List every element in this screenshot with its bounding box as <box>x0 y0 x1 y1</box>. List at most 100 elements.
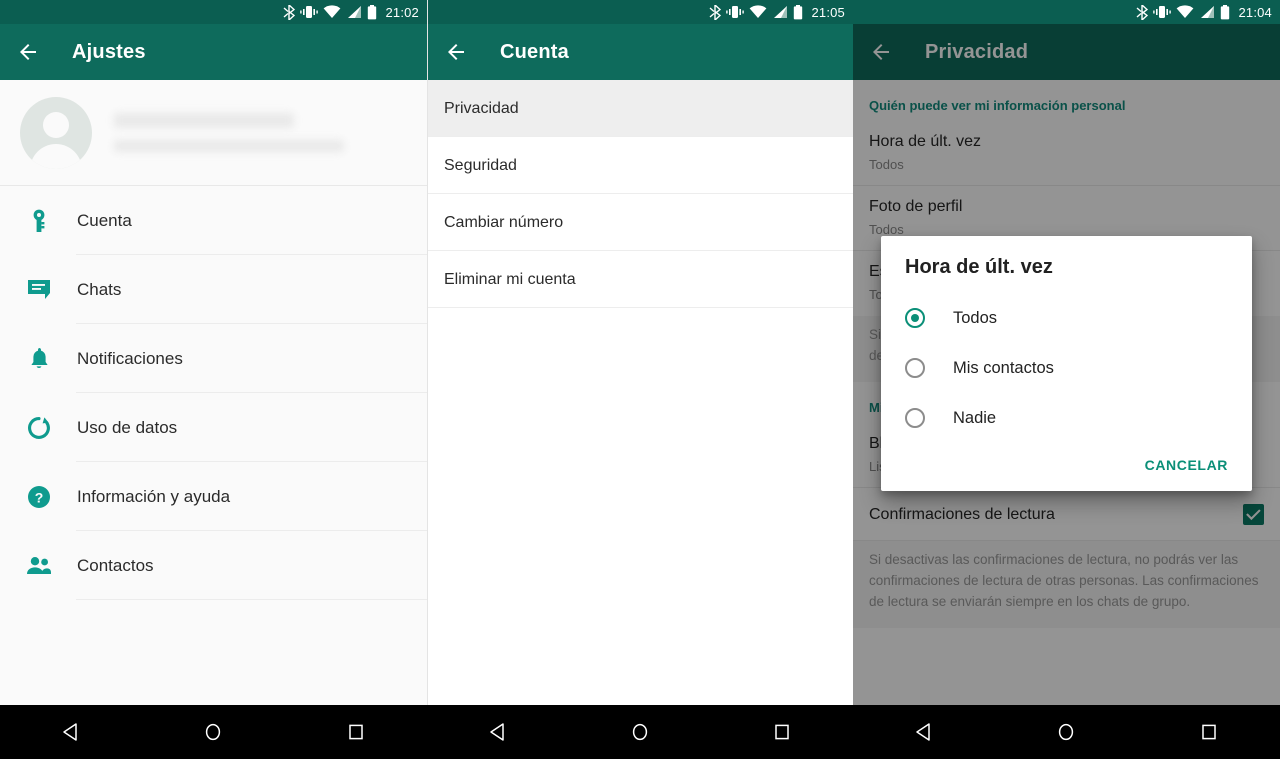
recents-button[interactable] <box>1179 722 1239 742</box>
vibrate-icon <box>300 6 319 18</box>
radio-button[interactable] <box>905 408 925 428</box>
dialog-option-label: Nadie <box>953 408 997 427</box>
triangle-left-icon <box>916 723 930 741</box>
appbar-account: Cuenta <box>428 24 853 80</box>
home-button[interactable] <box>1036 722 1096 742</box>
dialog-option-nadie[interactable]: Nadie <box>881 393 1252 443</box>
signal-icon <box>348 6 362 18</box>
back-arrow-icon[interactable] <box>869 40 893 64</box>
account-item-cambiar-numero[interactable]: Cambiar número <box>428 194 853 251</box>
battery-icon <box>1221 4 1230 19</box>
signal-icon <box>774 6 788 18</box>
wifi-icon <box>750 5 767 18</box>
account-item-eliminar-mi-cuenta[interactable]: Eliminar mi cuenta <box>428 251 853 308</box>
square-icon <box>775 724 789 740</box>
page-title: Cuenta <box>500 40 569 63</box>
sidebar-item-contactos[interactable]: Contactos <box>0 531 427 600</box>
android-navbar-left <box>0 705 427 759</box>
signal-icon <box>1201 6 1215 18</box>
sidebar-item-chats[interactable]: Chats <box>0 255 427 324</box>
data-usage-icon <box>26 416 52 440</box>
recents-button[interactable] <box>752 722 812 742</box>
account-item-privacidad[interactable]: Privacidad <box>428 80 853 137</box>
back-arrow-icon[interactable] <box>16 40 40 64</box>
circle-icon <box>206 723 221 741</box>
account-item-label: Cambiar número <box>444 213 564 231</box>
dialog-title: Hora de últ. vez <box>905 256 1053 278</box>
square-icon <box>1202 724 1216 740</box>
radio-button-selected[interactable] <box>905 308 925 328</box>
status-clock: 21:02 <box>385 4 419 20</box>
help-circle-icon: ? <box>26 485 52 509</box>
square-icon <box>349 724 363 740</box>
privacy-section-header: Quién puede ver mi información personal <box>869 98 1126 113</box>
circle-icon <box>1059 723 1074 741</box>
account-item-label: Privacidad <box>444 99 519 117</box>
wifi-icon <box>324 5 341 18</box>
privacy-item-title: Hora de últ. vez <box>869 133 982 150</box>
dialog-option-mis-contactos[interactable]: Mis contactos <box>881 343 1252 393</box>
privacy-item-title: Foto de perfil <box>869 198 963 215</box>
back-arrow-icon[interactable] <box>444 40 468 64</box>
account-item-seguridad[interactable]: Seguridad <box>428 137 853 194</box>
sidebar-item-notificaciones[interactable]: Notificaciones <box>0 324 427 393</box>
avatar-body <box>30 143 82 169</box>
phone-panel-settings: 21:02 Ajustes Cuenta Chats Notificacione… <box>0 0 427 705</box>
sidebar-item-uso-de-datos[interactable]: Uso de datos <box>0 393 427 462</box>
check-icon <box>1246 508 1261 520</box>
sidebar-item-informacion-y-ayuda[interactable]: ? Información y ayuda <box>0 462 427 531</box>
status-clock: 21:04 <box>1238 4 1272 20</box>
read-receipts-label: Confirmaciones de lectura <box>869 505 1055 523</box>
circle-icon <box>632 723 648 741</box>
android-navbar-middle <box>427 705 853 759</box>
svg-text:?: ? <box>35 489 44 505</box>
chat-bubble-icon <box>26 279 52 301</box>
contacts-icon <box>26 556 52 576</box>
back-button[interactable] <box>468 722 528 742</box>
bluetooth-icon <box>709 4 722 20</box>
profile-row[interactable] <box>0 80 427 186</box>
account-list: Privacidad Seguridad Cambiar número Elim… <box>428 80 853 308</box>
sidebar-item-label: Uso de datos <box>77 417 178 437</box>
back-button[interactable] <box>894 722 954 742</box>
account-item-label: Seguridad <box>444 156 517 174</box>
avatar <box>20 96 92 169</box>
bluetooth-icon <box>1136 4 1149 20</box>
last-seen-dialog: Hora de últ. vez Todos Mis contactos Nad… <box>881 236 1252 491</box>
android-navbar-right <box>853 705 1280 759</box>
triangle-left-icon <box>63 723 77 741</box>
appbar-settings: Ajustes <box>0 24 427 80</box>
sidebar-item-label: Contactos <box>77 555 154 575</box>
sidebar-item-label: Cuenta <box>77 210 132 230</box>
home-button[interactable] <box>610 722 670 742</box>
sidebar-item-label: Información y ayuda <box>77 486 231 506</box>
recents-button[interactable] <box>326 722 386 742</box>
dialog-option-todos[interactable]: Todos <box>881 293 1252 343</box>
sidebar-item-cuenta[interactable]: Cuenta <box>0 186 427 255</box>
status-bar-middle: 21:05 <box>428 0 853 24</box>
battery-icon <box>794 4 803 19</box>
privacy-item-hora-de-ult-vez[interactable]: Hora de últ. vez Todos <box>853 121 1280 186</box>
privacy-item-value: Todos <box>869 157 904 172</box>
three-phone-screenshot: 21:02 Ajustes Cuenta Chats Notificacione… <box>0 0 1280 759</box>
status-bar-right: 21:04 <box>853 0 1280 24</box>
read-receipts-row[interactable]: Confirmaciones de lectura <box>853 488 1280 541</box>
profile-text <box>114 113 344 152</box>
profile-status-redacted <box>114 140 344 152</box>
battery-icon <box>368 4 377 19</box>
radio-button[interactable] <box>905 358 925 378</box>
bell-icon <box>26 347 52 371</box>
sidebar-item-label: Notificaciones <box>77 348 183 368</box>
home-button[interactable] <box>183 722 243 742</box>
status-clock: 21:05 <box>811 4 845 20</box>
page-title: Ajustes <box>72 40 146 63</box>
settings-nav-list: Cuenta Chats Notificaciones Uso de datos <box>0 186 427 600</box>
dialog-actions: CANCELAR <box>881 443 1252 483</box>
key-icon <box>26 209 52 233</box>
avatar-head <box>43 111 69 138</box>
page-title: Privacidad <box>925 40 1029 63</box>
back-button[interactable] <box>41 722 101 742</box>
read-receipts-checkbox[interactable] <box>1243 504 1264 525</box>
read-receipts-note: Si desactivas las confirmaciones de lect… <box>853 541 1280 628</box>
cancel-button[interactable]: CANCELAR <box>1145 457 1228 473</box>
